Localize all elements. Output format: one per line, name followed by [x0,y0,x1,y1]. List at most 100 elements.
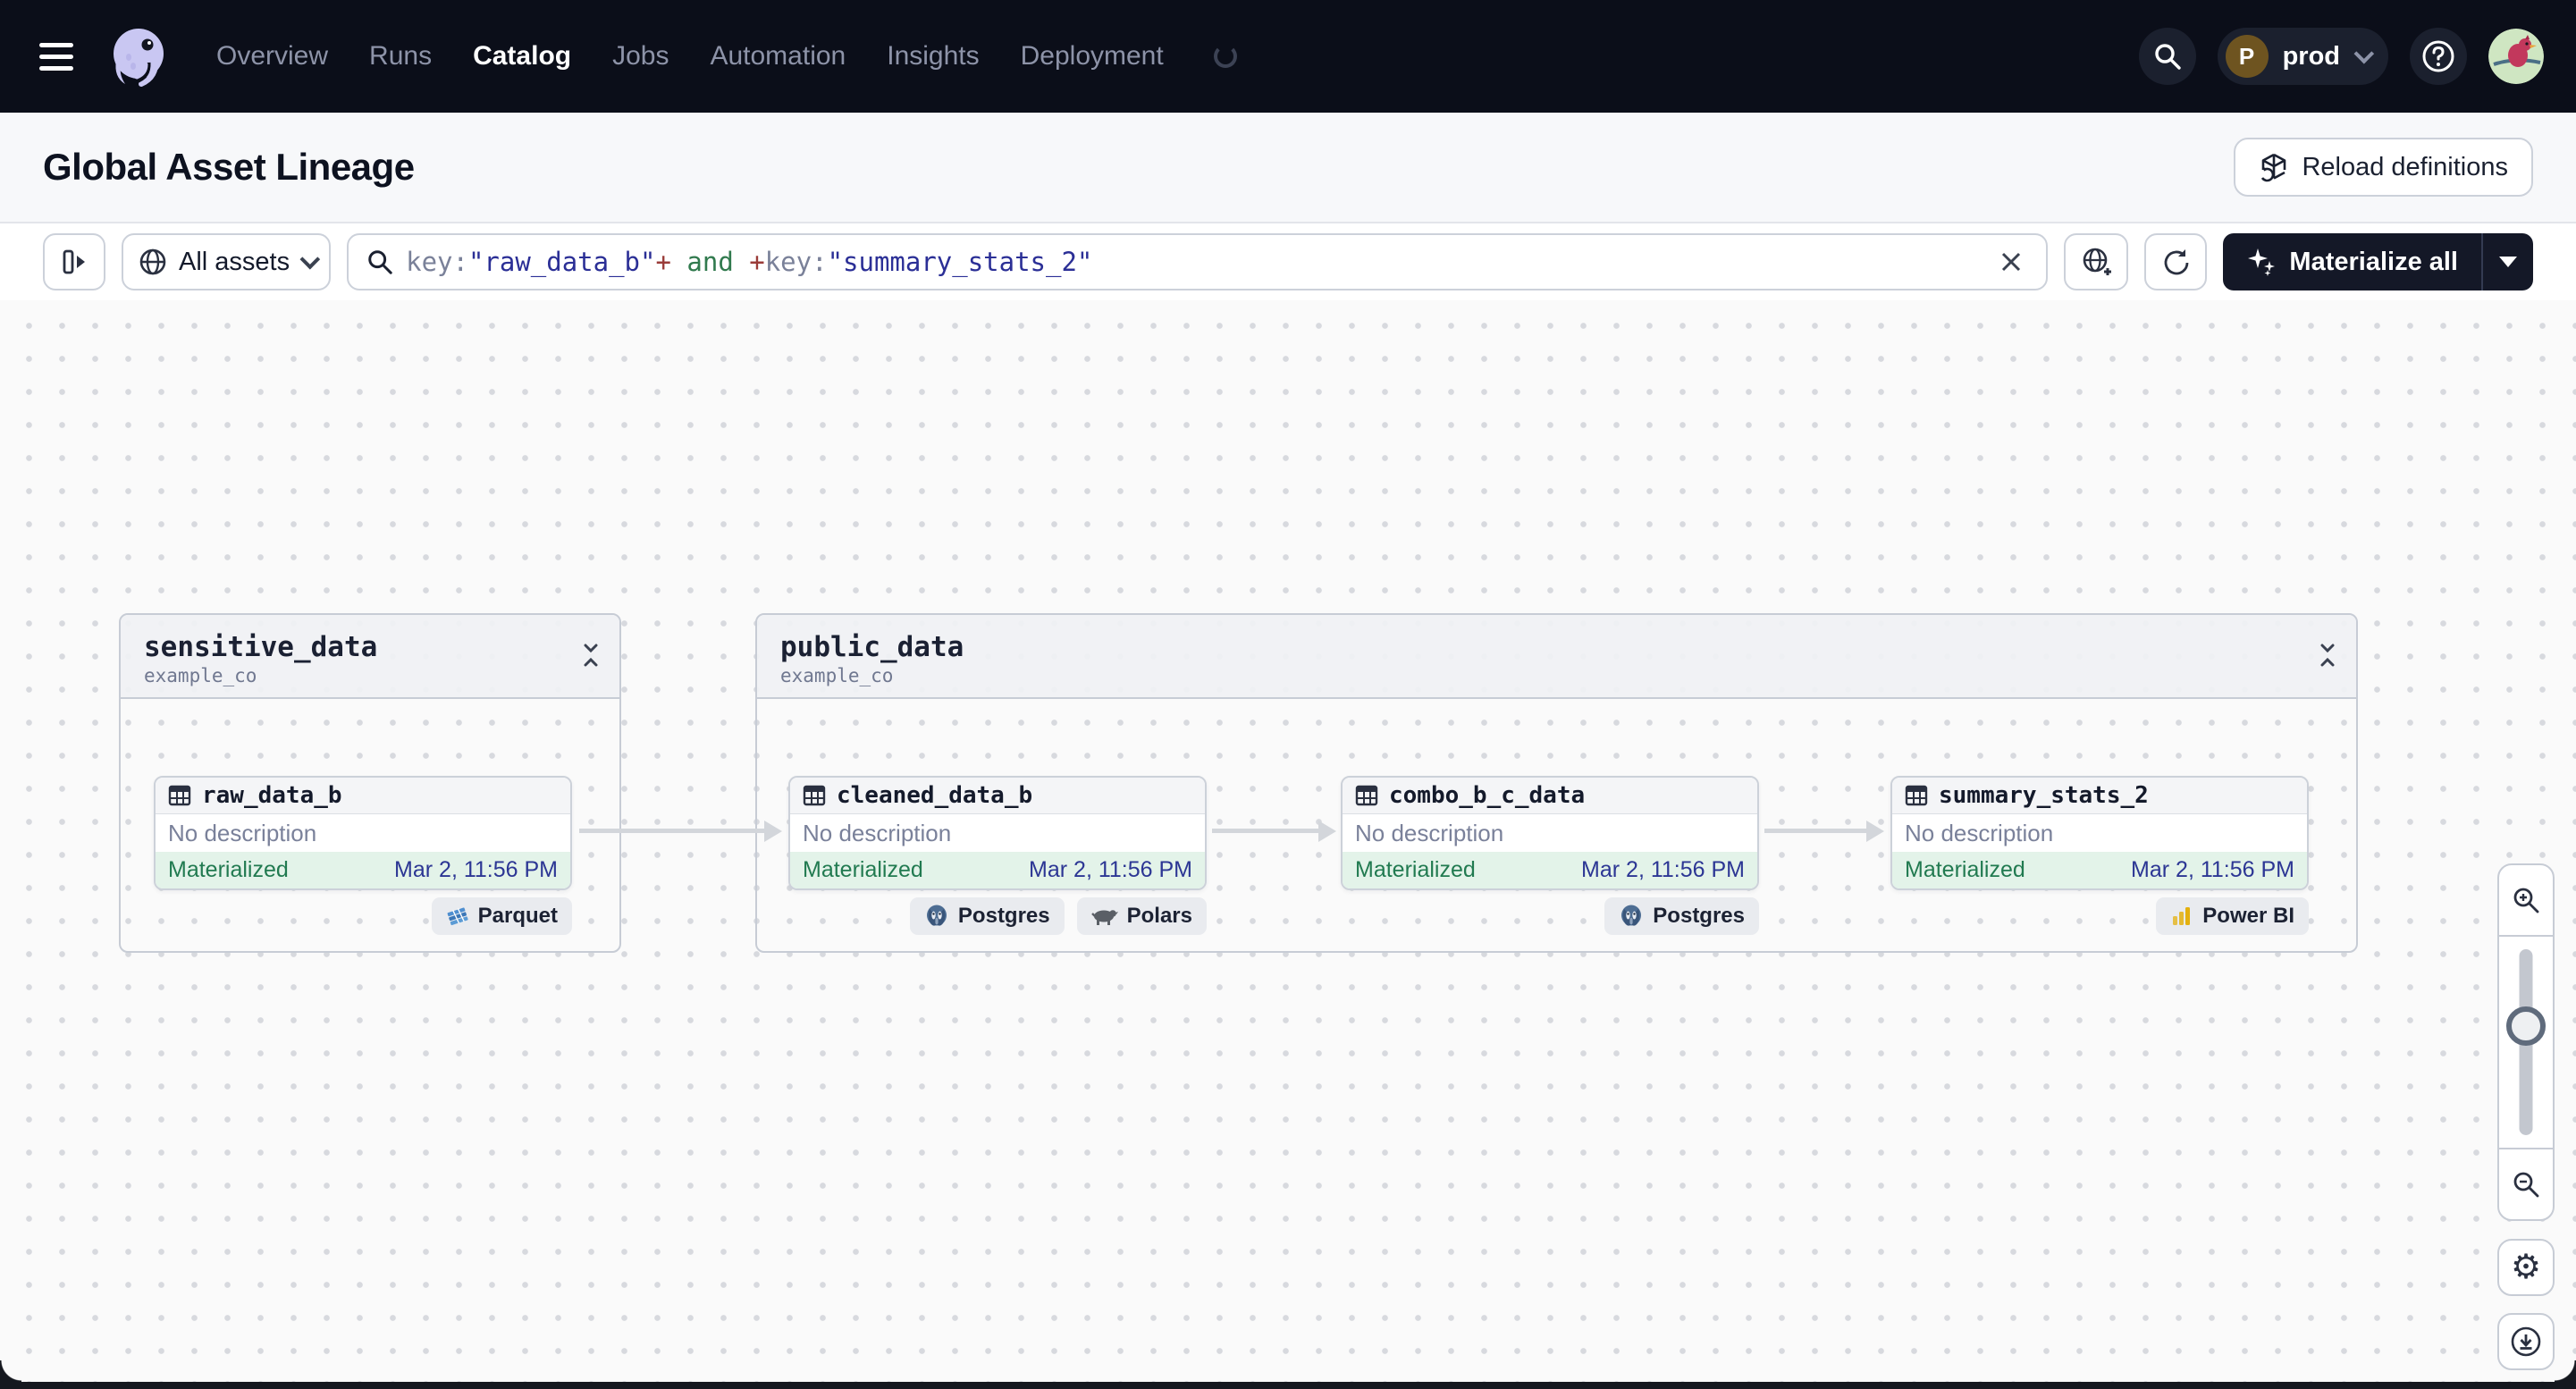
globe-plus-icon [2084,248,2112,275]
environment-switcher[interactable]: P prod [2217,28,2388,85]
zoom-slider-thumb[interactable] [2506,1006,2546,1046]
reload-definitions-button[interactable]: Reload definitions [2234,138,2533,197]
asset-tags: Power BI [1890,897,2309,935]
search-icon [2154,44,2181,70]
menu-icon[interactable] [39,37,79,76]
status-badge: Materialized [1905,857,2025,882]
nav-item-insights[interactable]: Insights [887,41,979,72]
reload-cube-icon [2261,153,2286,182]
lineage-canvas[interactable]: sensitive_data example_co public_data ex… [0,300,2576,1389]
materialize-all-label: Materialize all [2289,247,2458,276]
caret-down-icon [2499,257,2517,267]
asset-node-combo-b-c-data[interactable]: combo_b_c_data No description Materializ… [1341,776,1759,890]
asset-name: summary_stats_2 [1939,782,2149,809]
search-button[interactable] [2138,28,2196,85]
collapse-group-button[interactable] [580,644,602,667]
refresh-graph-button[interactable] [2144,233,2208,290]
tag-label: Postgres [957,904,1050,928]
materialization-timestamp[interactable]: Mar 2, 11:56 PM [2131,857,2294,883]
loading-spinner-icon [1213,45,1237,68]
tag-postgres[interactable]: Postgres [1604,897,1759,935]
group-header[interactable]: public_data example_co [757,615,2356,699]
dagster-logo-icon[interactable] [104,21,173,91]
query-token-field: key: [764,247,828,277]
asset-node-cleaned-data-b[interactable]: cleaned_data_b No description Materializ… [788,776,1207,890]
tag-polars[interactable]: Polars [1076,897,1207,935]
search-query[interactable]: key:"raw_data_b"+ and +key:"summary_stat… [406,247,1982,277]
materialization-timestamp[interactable]: Mar 2, 11:56 PM [1029,857,1192,883]
lineage-edge [1212,820,1336,842]
powerbi-icon [2173,907,2191,925]
asset-node-raw-data-b[interactable]: raw_data_b No description Materialized M… [154,776,572,890]
tag-label: Power BI [2202,904,2294,928]
query-token-op: + [655,247,671,277]
nav-item-overview[interactable]: Overview [216,41,328,72]
search-icon [368,250,392,274]
materialization-timestamp[interactable]: Mar 2, 11:56 PM [1581,857,1745,883]
table-icon [1355,785,1378,806]
asset-scope-dropdown[interactable]: All assets [122,233,332,290]
download-icon [2511,1326,2541,1357]
asset-scope-label: All assets [179,247,290,276]
table-icon [1905,785,1928,806]
nav-item-catalog[interactable]: Catalog [473,41,571,72]
top-nav-right: P prod [2138,28,2544,85]
zoom-in-button[interactable] [2499,865,2553,935]
tag-parquet[interactable]: Parquet [431,897,572,935]
tag-postgres[interactable]: Postgres [909,897,1065,935]
globe-icon [139,248,166,275]
panel-toggle-icon [63,249,85,274]
status-badge: Materialized [1355,857,1476,882]
window-corner [0,1360,21,1382]
nav-item-jobs[interactable]: Jobs [612,41,669,72]
asset-description: No description [1355,819,1504,846]
asset-selection-input[interactable]: key:"raw_data_b"+ and +key:"summary_stat… [347,233,2049,290]
materialize-all-split-button: Materialize all [2223,233,2533,290]
nav-item-runs[interactable]: Runs [369,41,432,72]
materialize-all-button[interactable]: Materialize all [2223,233,2481,290]
status-badge: Materialized [168,857,289,882]
parquet-icon [447,907,468,926]
polars-icon [1090,910,1118,925]
tag-label: Parquet [477,904,558,928]
group-name: sensitive_data [144,631,378,663]
gear-icon: ⚙ [2510,1249,2542,1286]
group-header[interactable]: sensitive_data example_co [121,615,619,699]
lineage-toolbar: All assets key:"raw_data_b"+ and +key:"s… [0,223,2576,300]
postgres-icon [1621,905,1642,926]
top-nav: Overview Runs Catalog Jobs Automation In… [0,0,2576,113]
question-icon [2422,40,2454,72]
asset-description: No description [168,819,317,846]
chevron-down-icon [2353,43,2375,64]
asset-node-summary-stats-2[interactable]: summary_stats_2 No description Materiali… [1890,776,2309,890]
zoom-controls [2497,863,2555,1221]
zoom-out-button[interactable] [2499,1149,2553,1219]
user-avatar[interactable] [2488,29,2544,84]
query-token-logic: and [670,247,750,277]
query-token-value: "summary_stats_2" [827,247,1093,277]
refresh-icon [2165,249,2189,275]
tag-label: Postgres [1653,904,1745,928]
lineage-edge [579,820,782,842]
help-button[interactable] [2410,28,2467,85]
zoom-slider[interactable] [2499,935,2553,1149]
view-full-graph-button[interactable] [2064,233,2129,290]
materialize-options-button[interactable] [2483,233,2533,290]
nav-links: Overview Runs Catalog Jobs Automation In… [216,41,1237,72]
window-bottom-edge [0,1382,2576,1389]
graph-settings-button[interactable]: ⚙ [2497,1239,2555,1296]
clear-search-button[interactable] [1994,245,2028,279]
open-left-panel-button[interactable] [43,233,105,290]
asset-name: cleaned_data_b [837,782,1033,809]
nav-item-deployment[interactable]: Deployment [1021,41,1164,72]
page-header: Global Asset Lineage Reload definitions [0,113,2576,223]
zoom-out-icon [2513,1172,2539,1198]
tag-power-bi[interactable]: Power BI [2156,897,2309,935]
page-title: Global Asset Lineage [43,146,415,188]
collapse-group-button[interactable] [2317,644,2338,667]
download-graph-button[interactable] [2497,1313,2555,1370]
table-icon [168,785,191,806]
nav-item-automation[interactable]: Automation [710,41,846,72]
materialization-timestamp[interactable]: Mar 2, 11:56 PM [394,857,558,883]
group-code-location: example_co [144,665,257,686]
